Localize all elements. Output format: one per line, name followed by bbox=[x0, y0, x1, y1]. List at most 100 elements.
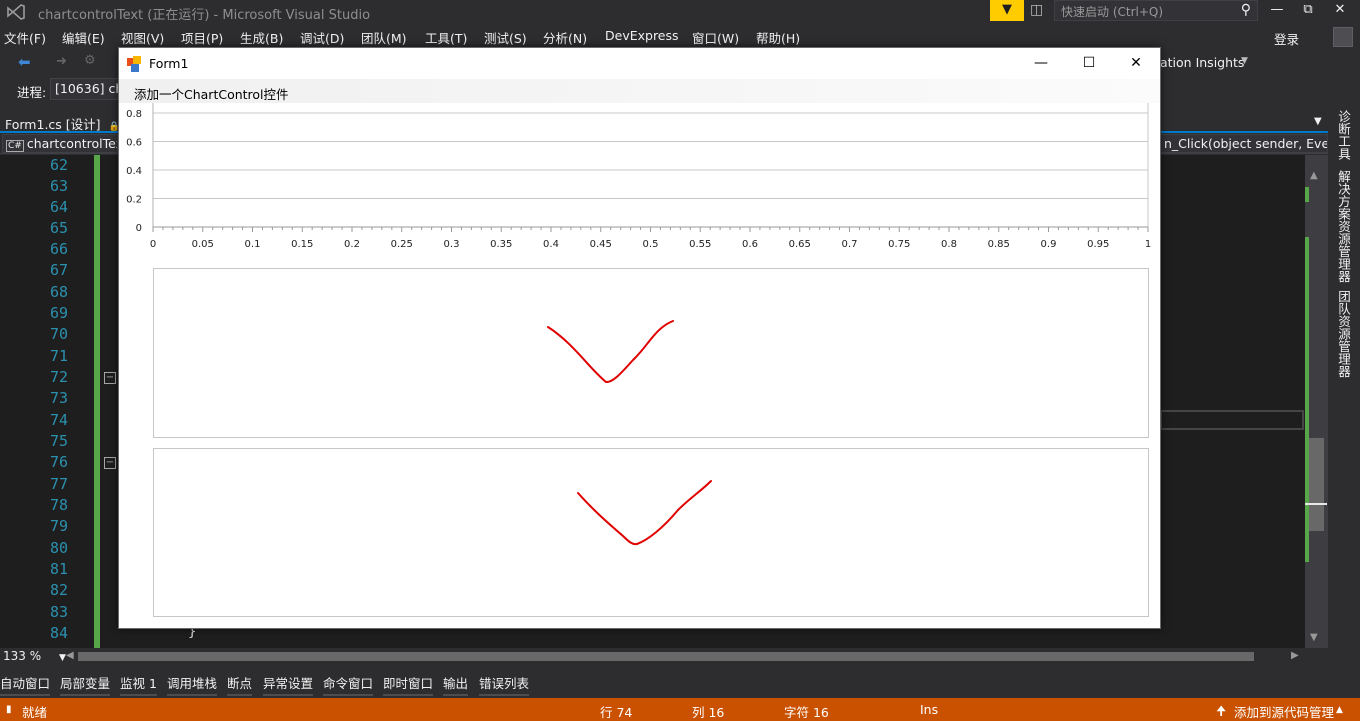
y-axis-tick-labels: 0 0.2 0.4 0.6 0.8 bbox=[126, 109, 142, 234]
menu-debug[interactable]: 调试(D) bbox=[300, 28, 344, 47]
feedback-icon[interactable]: ◫ bbox=[1030, 2, 1043, 18]
current-line-highlight bbox=[1160, 410, 1304, 430]
member-dropdown-value: n_Click(object sender, Even bbox=[1164, 136, 1328, 151]
menu-build[interactable]: 生成(B) bbox=[240, 28, 283, 47]
scroll-right-icon[interactable]: ▶ bbox=[1291, 650, 1299, 661]
line-number: 84 bbox=[49, 624, 68, 642]
scrollbar-thumb[interactable] bbox=[1309, 438, 1324, 531]
x-tick-label: 0.05 bbox=[192, 239, 214, 250]
type-dropdown[interactable]: C# chartcontrolText bbox=[2, 134, 118, 153]
toolbar-tool-icon[interactable]: ⚙ bbox=[84, 53, 96, 68]
menu-add-chartcontrol[interactable]: 添加一个ChartControl控件 bbox=[134, 84, 289, 103]
tab-form1-designer[interactable]: Form1.cs [设计] 🔒 bbox=[0, 113, 120, 132]
status-character: 字符 16 bbox=[784, 705, 829, 720]
line-number: 70 bbox=[49, 325, 68, 343]
tab-exception-settings[interactable]: 异常设置 bbox=[263, 673, 314, 696]
chart-axes bbox=[152, 103, 1149, 232]
line-number: 79 bbox=[49, 517, 68, 535]
add-to-source-control-button[interactable]: 添加到源代码管理 bbox=[1234, 702, 1334, 721]
x-tick-label: 0.3 bbox=[444, 239, 460, 250]
line-number: 81 bbox=[49, 560, 68, 578]
tab-locals[interactable]: 局部变量 bbox=[60, 673, 111, 696]
line-number: 71 bbox=[49, 347, 68, 365]
menu-file[interactable]: 文件(F) bbox=[4, 28, 46, 47]
scroll-down-icon[interactable]: ▼ bbox=[1310, 632, 1318, 643]
x-tick-label: 0.55 bbox=[689, 239, 711, 250]
x-tick-label: 0.95 bbox=[1087, 239, 1109, 250]
process-select[interactable]: [10636] cha bbox=[50, 78, 120, 100]
x-tick-label: 0.45 bbox=[590, 239, 612, 250]
horizontal-scrollbar-thumb[interactable] bbox=[78, 652, 1254, 661]
notification-filter-icon[interactable]: ▼ bbox=[990, 0, 1024, 21]
scroll-left-icon[interactable]: ◀ bbox=[66, 650, 74, 661]
chart-grid bbox=[153, 112, 1148, 228]
x-tick-label: 0.2 bbox=[344, 239, 360, 250]
restore-button[interactable]: ⧉ bbox=[1294, 0, 1322, 20]
tab-error-list[interactable]: 错误列表 bbox=[479, 673, 530, 696]
navigate-back-icon[interactable]: ⬅ bbox=[18, 53, 31, 71]
chevron-down-icon[interactable]: ▼ bbox=[1314, 116, 1322, 127]
menu-test[interactable]: 测试(S) bbox=[484, 28, 527, 47]
avatar[interactable] bbox=[1333, 27, 1353, 47]
menu-window[interactable]: 窗口(W) bbox=[692, 28, 739, 47]
navigate-forward-icon[interactable]: ➜ bbox=[56, 54, 67, 69]
tab-breakpoints[interactable]: 断点 bbox=[227, 673, 253, 696]
form-maximize-button[interactable]: ☐ bbox=[1066, 48, 1112, 79]
source-control-up-icon[interactable]: 🠉 bbox=[1216, 702, 1226, 721]
x-tick-label: 0.6 bbox=[742, 239, 758, 250]
search-icon[interactable]: ⚲ bbox=[1241, 2, 1251, 18]
scroll-up-icon[interactable]: ▲ bbox=[1310, 170, 1318, 181]
tab-diagnostic-tools[interactable]: 诊断工具 bbox=[1334, 110, 1353, 160]
collapse-icon[interactable]: − bbox=[104, 457, 116, 469]
form-minimize-button[interactable]: — bbox=[1018, 48, 1064, 79]
chevron-down-icon[interactable]: ▼ bbox=[59, 653, 66, 663]
menu-analyze[interactable]: 分析(N) bbox=[543, 28, 587, 47]
status-ready: 就绪 bbox=[22, 705, 48, 720]
form-close-button[interactable]: ✕ bbox=[1113, 48, 1159, 79]
x-tick-label: 0.65 bbox=[789, 239, 811, 250]
collapse-icon[interactable]: − bbox=[104, 372, 116, 384]
tab-output[interactable]: 输出 bbox=[443, 673, 469, 696]
minimize-button[interactable]: — bbox=[1263, 0, 1291, 20]
chevron-up-icon[interactable]: ▲ bbox=[1336, 705, 1343, 715]
menu-edit[interactable]: 编辑(E) bbox=[62, 28, 105, 47]
tab-command-window[interactable]: 命令窗口 bbox=[323, 673, 374, 696]
chevron-down-icon[interactable]: ▼ bbox=[1241, 56, 1248, 66]
menu-project[interactable]: 项目(P) bbox=[181, 28, 223, 47]
menu-view[interactable]: 视图(V) bbox=[121, 28, 164, 47]
change-tracking-bar bbox=[94, 155, 100, 648]
menu-tools[interactable]: 工具(T) bbox=[425, 28, 467, 47]
quick-launch-input[interactable]: 快速启动 (Ctrl+Q) ⚲ bbox=[1054, 0, 1258, 21]
tab-autos[interactable]: 自动窗口 bbox=[0, 673, 51, 696]
y-tick-label: 0.4 bbox=[126, 166, 142, 177]
menu-team[interactable]: 团队(M) bbox=[361, 28, 407, 47]
menu-help[interactable]: 帮助(H) bbox=[756, 28, 800, 47]
type-dropdown-value: chartcontrolText bbox=[26, 136, 118, 151]
tab-team-explorer[interactable]: 团队资源管理器 bbox=[1334, 290, 1353, 378]
line-number: 69 bbox=[49, 304, 68, 322]
line-number: 78 bbox=[49, 496, 68, 514]
x-tick-label: 0 bbox=[150, 239, 156, 250]
login-link[interactable]: 登录 bbox=[1274, 29, 1299, 48]
x-tick-label: 0.9 bbox=[1041, 239, 1057, 250]
y-tick-label: 0.2 bbox=[126, 195, 142, 206]
menu-devexpress[interactable]: DevExpress bbox=[605, 28, 679, 43]
line-number: 67 bbox=[49, 261, 68, 279]
tab-watch-1[interactable]: 监视 1 bbox=[120, 673, 157, 696]
red-annotation-stroke bbox=[547, 320, 674, 384]
status-line: 行 74 bbox=[600, 705, 633, 720]
x-tick-label: 0.15 bbox=[291, 239, 313, 250]
tab-call-stack[interactable]: 调用堆栈 bbox=[167, 673, 218, 696]
quick-launch-placeholder: 快速启动 (Ctrl+Q) bbox=[1061, 5, 1164, 19]
tab-solution-explorer[interactable]: 解决方案资源管理器 bbox=[1334, 170, 1353, 283]
chart-control-1[interactable]: 0 0.2 0.4 0.6 0.8 0 0.05 0.1 0.15 0.2 0.25 0.3 0.35… bbox=[119, 103, 1160, 263]
scrollbar-change-marker bbox=[1305, 187, 1309, 202]
application-insights-button[interactable]: ation Insights bbox=[1160, 55, 1244, 70]
x-tick-label: 0.35 bbox=[490, 239, 512, 250]
close-button[interactable]: ✕ bbox=[1326, 0, 1354, 20]
member-dropdown[interactable]: n_Click(object sender, Even bbox=[1160, 134, 1328, 153]
zoom-select[interactable]: 133 % ▼ bbox=[0, 649, 66, 665]
tab-immediate-window[interactable]: 即时窗口 bbox=[383, 673, 434, 696]
form-app-icon bbox=[127, 56, 143, 72]
status-bar bbox=[0, 698, 1360, 721]
